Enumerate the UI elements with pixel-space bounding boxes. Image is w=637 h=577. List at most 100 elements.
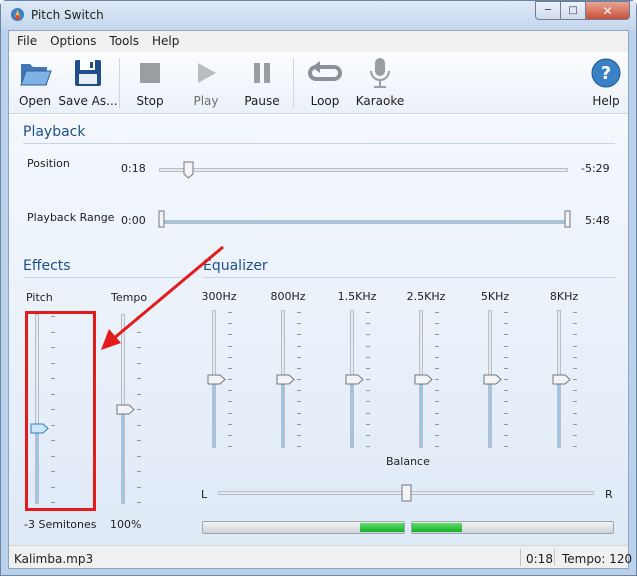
eq-band-6-thumb[interactable] xyxy=(552,374,571,385)
balance-thumb[interactable] xyxy=(401,484,412,502)
help-icon: ? xyxy=(591,58,621,88)
tempo-slider-tick xyxy=(137,502,141,503)
eq-band-2-tick xyxy=(297,379,301,380)
effects-divider xyxy=(23,277,189,278)
menu-tools[interactable]: Tools xyxy=(103,31,146,52)
eq-band-5-tick xyxy=(504,379,508,380)
eq-band-2-tick xyxy=(297,412,301,414)
status-separator xyxy=(554,549,555,566)
eq-band-1-tick xyxy=(228,323,232,325)
range-start-thumb[interactable] xyxy=(158,210,165,228)
eq-band-5-fill xyxy=(489,380,491,447)
eq-band-6-tick xyxy=(573,356,577,358)
position-label: Position xyxy=(27,157,70,170)
maximize-button[interactable]: □ xyxy=(561,1,586,20)
save-as-button[interactable]: Save As... xyxy=(58,56,118,108)
minimize-button[interactable]: ─ xyxy=(535,1,561,20)
eq-band-4-tick xyxy=(435,345,439,347)
close-button[interactable]: ✕ xyxy=(586,1,630,20)
eq-band-label: 300Hz xyxy=(201,290,237,303)
position-thumb[interactable] xyxy=(183,161,194,179)
eq-band-6-tick xyxy=(573,345,577,347)
playback-header: Playback xyxy=(23,124,86,140)
eq-band-4-tick xyxy=(435,379,439,380)
menu-file[interactable]: File xyxy=(11,31,44,52)
tempo-slider-thumb[interactable] xyxy=(116,404,135,415)
eq-band-5-tick xyxy=(504,323,508,325)
eq-band-3-thumb[interactable] xyxy=(345,374,364,385)
eq-band-3-tick xyxy=(366,356,370,358)
eq-band-5-tick xyxy=(504,401,508,403)
tempo-slider-tick xyxy=(137,424,141,426)
save-as-label: Save As... xyxy=(58,94,118,108)
eq-band-6-tick xyxy=(573,446,577,447)
eq-band-3-tick xyxy=(366,312,370,313)
eq-band-label: 800Hz xyxy=(270,290,306,303)
pitch-value: -3 Semitones xyxy=(24,518,97,531)
menu-help[interactable]: Help xyxy=(146,31,186,52)
eq-band-5-tick xyxy=(504,390,508,392)
menu-options[interactable]: Options xyxy=(44,31,103,52)
play-button[interactable]: Play xyxy=(178,56,234,108)
tempo-slider-tick xyxy=(137,362,141,364)
folder-open-icon xyxy=(20,64,52,86)
status-tempo: Tempo: 120 xyxy=(562,552,633,566)
eq-band-label: 2.5KHz xyxy=(406,290,446,303)
eq-band-1-tick xyxy=(228,379,232,380)
title-bar: Pitch Switch ─ □ ✕ xyxy=(1,1,636,30)
eq-band-3-tick xyxy=(366,390,370,392)
eq-band-3-tick xyxy=(366,401,370,403)
eq-band-1-thumb[interactable] xyxy=(207,374,226,385)
svg-text:?: ? xyxy=(601,63,611,84)
eq-band-1-tick xyxy=(228,345,232,347)
eq-band-2-tick xyxy=(297,434,301,436)
microphone-icon xyxy=(370,58,390,88)
position-track[interactable] xyxy=(159,168,568,172)
eq-band-5-tick xyxy=(504,356,508,358)
range-end: 5:48 xyxy=(585,214,610,227)
stop-button[interactable]: Stop xyxy=(122,56,178,108)
eq-band-4-tick xyxy=(435,446,439,447)
position-value: 0:18 xyxy=(121,162,146,175)
eq-band-3-tick xyxy=(366,345,370,347)
eq-band-4-tick xyxy=(435,390,439,392)
range-track[interactable] xyxy=(161,220,569,224)
eq-band-3-tick xyxy=(366,434,370,436)
eq-band-1-tick xyxy=(228,446,232,447)
left-level-meter xyxy=(202,521,405,534)
open-button[interactable]: Open xyxy=(7,56,63,108)
eq-band-5-thumb[interactable] xyxy=(483,374,502,385)
eq-band-6-tick xyxy=(573,412,577,414)
maximize-icon: □ xyxy=(568,5,578,16)
close-icon: ✕ xyxy=(602,3,613,18)
eq-band-label: 8KHz xyxy=(549,290,579,303)
eq-band-2-tick xyxy=(297,423,301,425)
pitch-label: Pitch xyxy=(26,291,53,304)
app-window: Pitch Switch ─ □ ✕ File Options Tools He… xyxy=(0,0,637,576)
status-time: 0:18 xyxy=(526,552,553,566)
eq-band-5-tick xyxy=(504,334,508,336)
eq-band-5-tick xyxy=(504,367,508,369)
eq-band-2-tick xyxy=(297,356,301,358)
eq-band-2-fill xyxy=(282,380,284,447)
eq-band-4-tick xyxy=(435,423,439,425)
eq-band-1-tick xyxy=(228,334,232,336)
range-end-thumb[interactable] xyxy=(564,210,571,228)
minimize-icon: ─ xyxy=(544,5,552,16)
pause-label: Pause xyxy=(244,94,280,108)
balance-label: Balance xyxy=(386,455,430,468)
position-end: -5:29 xyxy=(581,162,610,175)
toolbar: Open Save As... Stop Play Pause Loop Kar… xyxy=(9,52,628,114)
loop-button[interactable]: Loop xyxy=(297,56,353,108)
balance-right-label: R xyxy=(605,488,613,501)
eq-band-2-thumb[interactable] xyxy=(276,374,295,385)
eq-band-5-tick xyxy=(504,434,508,436)
pause-button[interactable]: Pause xyxy=(234,56,290,108)
eq-band-label: 1.5KHz xyxy=(337,290,377,303)
eq-band-4-thumb[interactable] xyxy=(414,374,433,385)
floppy-disk-icon xyxy=(75,60,101,86)
play-icon xyxy=(198,63,216,83)
help-button[interactable]: ? Help xyxy=(578,56,634,108)
eq-band-4-tick xyxy=(435,367,439,369)
karaoke-button[interactable]: Karaoke xyxy=(352,56,408,108)
